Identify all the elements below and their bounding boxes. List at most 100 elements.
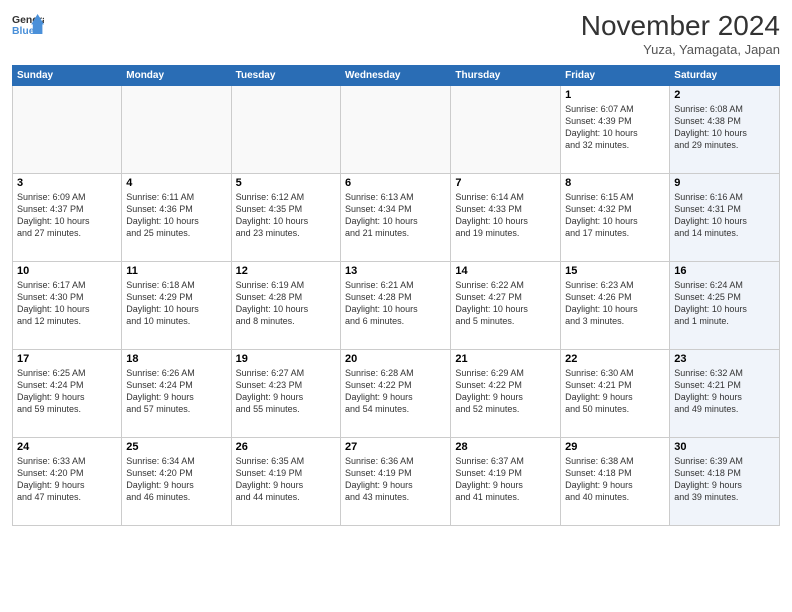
calendar-cell: 28 Sunrise: 6:37 AM Sunset: 4:19 PM Dayli… — [451, 438, 561, 526]
day-number: 3 — [17, 177, 117, 189]
day-number: 20 — [345, 353, 446, 365]
day-number: 25 — [126, 441, 226, 453]
day-number: 17 — [17, 353, 117, 365]
day-info: Sunrise: 6:16 AM Sunset: 4:31 PM Dayligh… — [674, 191, 775, 240]
calendar-cell: 3 Sunrise: 6:09 AM Sunset: 4:37 PM Daylig… — [13, 174, 122, 262]
day-number: 10 — [17, 265, 117, 277]
weekday-header-row: SundayMondayTuesdayWednesdayThursdayFrid… — [13, 66, 780, 86]
day-info: Sunrise: 6:29 AM Sunset: 4:22 PM Dayligh… — [455, 367, 556, 416]
day-number: 12 — [236, 265, 336, 277]
day-number: 27 — [345, 441, 446, 453]
calendar-cell: 26 Sunrise: 6:35 AM Sunset: 4:19 PM Dayli… — [231, 438, 340, 526]
day-number: 2 — [674, 89, 775, 101]
day-number: 21 — [455, 353, 556, 365]
calendar-cell: 27 Sunrise: 6:36 AM Sunset: 4:19 PM Dayli… — [341, 438, 451, 526]
month-title: November 2024 — [581, 10, 780, 42]
calendar-table: SundayMondayTuesdayWednesdayThursdayFrid… — [12, 65, 780, 526]
day-info: Sunrise: 6:25 AM Sunset: 4:24 PM Dayligh… — [17, 367, 117, 416]
day-number: 28 — [455, 441, 556, 453]
weekday-header-friday: Friday — [561, 66, 670, 86]
day-number: 6 — [345, 177, 446, 189]
logo: General Blue — [12, 10, 44, 42]
day-number: 14 — [455, 265, 556, 277]
calendar-week-1: 1Sunrise: 6:07 AM Sunset: 4:39 PM Daylig… — [13, 86, 780, 174]
day-number: 15 — [565, 265, 665, 277]
calendar-cell: 17 Sunrise: 6:25 AM Sunset: 4:24 PM Dayli… — [13, 350, 122, 438]
logo-icon: General Blue — [12, 10, 44, 42]
day-number: 13 — [345, 265, 446, 277]
day-info: Sunrise: 6:33 AM Sunset: 4:20 PM Dayligh… — [17, 455, 117, 504]
day-number: 7 — [455, 177, 556, 189]
calendar-cell: 5Sunrise: 6:12 AM Sunset: 4:35 PM Daylig… — [231, 174, 340, 262]
calendar-cell: 7 Sunrise: 6:14 AM Sunset: 4:33 PM Daylig… — [451, 174, 561, 262]
day-info: Sunrise: 6:11 AM Sunset: 4:36 PM Dayligh… — [126, 191, 226, 240]
calendar-cell — [451, 86, 561, 174]
calendar-cell: 24Sunrise: 6:33 AM Sunset: 4:20 PM Dayli… — [13, 438, 122, 526]
day-info: Sunrise: 6:12 AM Sunset: 4:35 PM Dayligh… — [236, 191, 336, 240]
calendar-cell: 18Sunrise: 6:26 AM Sunset: 4:24 PM Dayli… — [122, 350, 231, 438]
calendar-week-3: 10 Sunrise: 6:17 AM Sunset: 4:30 PM Dayli… — [13, 262, 780, 350]
day-number: 11 — [126, 265, 226, 277]
weekday-header-sunday: Sunday — [13, 66, 122, 86]
day-info: Sunrise: 6:37 AM Sunset: 4:19 PM Dayligh… — [455, 455, 556, 504]
calendar-cell: 25Sunrise: 6:34 AM Sunset: 4:20 PM Dayli… — [122, 438, 231, 526]
day-info: Sunrise: 6:27 AM Sunset: 4:23 PM Dayligh… — [236, 367, 336, 416]
calendar-cell: 14Sunrise: 6:22 AM Sunset: 4:27 PM Dayli… — [451, 262, 561, 350]
day-number: 9 — [674, 177, 775, 189]
day-info: Sunrise: 6:15 AM Sunset: 4:32 PM Dayligh… — [565, 191, 665, 240]
title-section: November 2024 Yuza, Yamagata, Japan — [581, 10, 780, 57]
day-number: 26 — [236, 441, 336, 453]
calendar-cell — [13, 86, 122, 174]
calendar-cell: 11Sunrise: 6:18 AM Sunset: 4:29 PM Dayli… — [122, 262, 231, 350]
day-number: 30 — [674, 441, 775, 453]
calendar-cell: 9 Sunrise: 6:16 AM Sunset: 4:31 PM Daylig… — [670, 174, 780, 262]
calendar-cell: 8Sunrise: 6:15 AM Sunset: 4:32 PM Daylig… — [561, 174, 670, 262]
weekday-header-saturday: Saturday — [670, 66, 780, 86]
day-info: Sunrise: 6:19 AM Sunset: 4:28 PM Dayligh… — [236, 279, 336, 328]
calendar-cell: 22 Sunrise: 6:30 AM Sunset: 4:21 PM Dayli… — [561, 350, 670, 438]
day-info: Sunrise: 6:38 AM Sunset: 4:18 PM Dayligh… — [565, 455, 665, 504]
day-info: Sunrise: 6:09 AM Sunset: 4:37 PM Dayligh… — [17, 191, 117, 240]
calendar-week-5: 24Sunrise: 6:33 AM Sunset: 4:20 PM Dayli… — [13, 438, 780, 526]
svg-text:Blue: Blue — [12, 26, 35, 37]
day-info: Sunrise: 6:17 AM Sunset: 4:30 PM Dayligh… — [17, 279, 117, 328]
day-info: Sunrise: 6:35 AM Sunset: 4:19 PM Dayligh… — [236, 455, 336, 504]
day-info: Sunrise: 6:14 AM Sunset: 4:33 PM Dayligh… — [455, 191, 556, 240]
day-number: 4 — [126, 177, 226, 189]
weekday-header-thursday: Thursday — [451, 66, 561, 86]
calendar-cell: 13 Sunrise: 6:21 AM Sunset: 4:28 PM Dayli… — [341, 262, 451, 350]
day-number: 1 — [565, 89, 665, 101]
day-number: 16 — [674, 265, 775, 277]
calendar-cell: 15 Sunrise: 6:23 AM Sunset: 4:26 PM Dayli… — [561, 262, 670, 350]
weekday-header-wednesday: Wednesday — [341, 66, 451, 86]
day-number: 29 — [565, 441, 665, 453]
calendar-cell: 23 Sunrise: 6:32 AM Sunset: 4:21 PM Dayli… — [670, 350, 780, 438]
calendar-cell — [231, 86, 340, 174]
day-info: Sunrise: 6:08 AM Sunset: 4:38 PM Dayligh… — [674, 103, 775, 152]
calendar-cell: 2 Sunrise: 6:08 AM Sunset: 4:38 PM Daylig… — [670, 86, 780, 174]
day-info: Sunrise: 6:26 AM Sunset: 4:24 PM Dayligh… — [126, 367, 226, 416]
calendar-cell: 1Sunrise: 6:07 AM Sunset: 4:39 PM Daylig… — [561, 86, 670, 174]
location-subtitle: Yuza, Yamagata, Japan — [581, 42, 780, 57]
calendar-cell: 29 Sunrise: 6:38 AM Sunset: 4:18 PM Dayli… — [561, 438, 670, 526]
day-info: Sunrise: 6:36 AM Sunset: 4:19 PM Dayligh… — [345, 455, 446, 504]
calendar-week-4: 17 Sunrise: 6:25 AM Sunset: 4:24 PM Dayli… — [13, 350, 780, 438]
day-info: Sunrise: 6:23 AM Sunset: 4:26 PM Dayligh… — [565, 279, 665, 328]
day-info: Sunrise: 6:39 AM Sunset: 4:18 PM Dayligh… — [674, 455, 775, 504]
day-info: Sunrise: 6:32 AM Sunset: 4:21 PM Dayligh… — [674, 367, 775, 416]
calendar-cell: 30 Sunrise: 6:39 AM Sunset: 4:18 PM Dayli… — [670, 438, 780, 526]
day-info: Sunrise: 6:21 AM Sunset: 4:28 PM Dayligh… — [345, 279, 446, 328]
day-number: 19 — [236, 353, 336, 365]
day-info: Sunrise: 6:30 AM Sunset: 4:21 PM Dayligh… — [565, 367, 665, 416]
header: General Blue November 2024 Yuza, Yamagat… — [12, 10, 780, 57]
day-number: 23 — [674, 353, 775, 365]
day-info: Sunrise: 6:28 AM Sunset: 4:22 PM Dayligh… — [345, 367, 446, 416]
calendar-cell: 4 Sunrise: 6:11 AM Sunset: 4:36 PM Daylig… — [122, 174, 231, 262]
calendar-cell: 16 Sunrise: 6:24 AM Sunset: 4:25 PM Dayli… — [670, 262, 780, 350]
day-number: 22 — [565, 353, 665, 365]
weekday-header-tuesday: Tuesday — [231, 66, 340, 86]
weekday-header-monday: Monday — [122, 66, 231, 86]
day-info: Sunrise: 6:24 AM Sunset: 4:25 PM Dayligh… — [674, 279, 775, 328]
calendar-cell: 10 Sunrise: 6:17 AM Sunset: 4:30 PM Dayli… — [13, 262, 122, 350]
calendar-cell: 12 Sunrise: 6:19 AM Sunset: 4:28 PM Dayli… — [231, 262, 340, 350]
